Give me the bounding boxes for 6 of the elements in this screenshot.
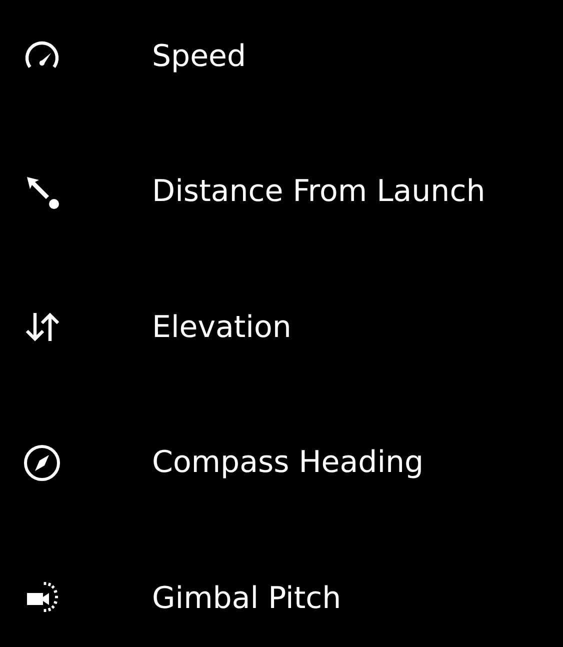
item-label: Gimbal Pitch	[152, 580, 342, 616]
item-label: Elevation	[152, 310, 292, 344]
item-label: Speed	[152, 38, 246, 74]
compass-icon	[22, 442, 62, 482]
item-label: Distance From Launch	[152, 174, 486, 209]
item-label: Compass Heading	[152, 445, 424, 480]
